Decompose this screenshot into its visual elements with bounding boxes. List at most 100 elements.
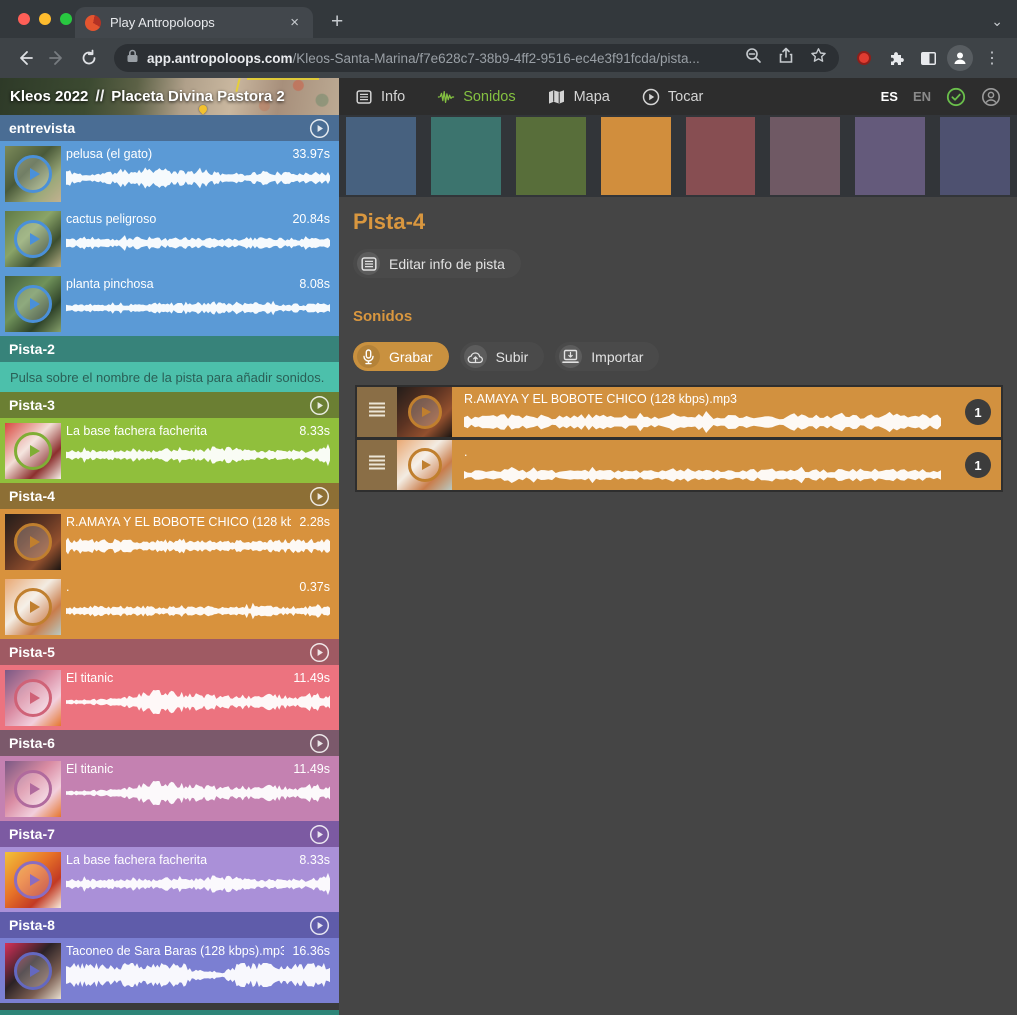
pista-header-pista-6[interactable]: Pista-6 xyxy=(0,730,339,756)
play-overlay-icon[interactable] xyxy=(14,432,52,470)
sound-thumbnail[interactable] xyxy=(5,423,61,479)
pista-header-pista-5[interactable]: Pista-5 xyxy=(0,639,339,665)
play-section-icon[interactable] xyxy=(309,642,330,663)
tab-mapa[interactable]: Mapa xyxy=(548,88,610,106)
tab-tocar-label: Tocar xyxy=(668,89,703,105)
sound-thumbnail[interactable] xyxy=(5,761,61,817)
language-en[interactable]: EN xyxy=(913,89,931,104)
track-swatch-6[interactable] xyxy=(770,117,840,195)
play-triangle xyxy=(30,874,40,886)
sound-title: La base fachera facherita xyxy=(66,853,207,867)
play-overlay-icon[interactable] xyxy=(14,952,52,990)
sound-thumbnail[interactable] xyxy=(397,387,452,437)
sidebar-sound-item[interactable]: planta pinchosa8.08s xyxy=(0,271,339,336)
tab-search-chevron-icon[interactable]: ⌄ xyxy=(991,13,1003,30)
pista-header-pista-2[interactable]: Pista-2 xyxy=(0,336,339,362)
sidebar-sound-item[interactable]: El titanic11.49s xyxy=(0,756,339,821)
tab-tocar[interactable]: Tocar xyxy=(642,88,703,106)
project-header[interactable]: Kleos 2022 // Placeta Divina Pastora 2 xyxy=(0,78,339,115)
play-overlay-icon[interactable] xyxy=(14,588,52,626)
play-section-icon[interactable] xyxy=(309,915,330,936)
zoom-out-icon[interactable] xyxy=(745,47,762,69)
subir-button[interactable]: Subir xyxy=(460,342,545,371)
pista-header-pista-7[interactable]: Pista-7 xyxy=(0,821,339,847)
breadcrumb-project[interactable]: Kleos 2022 xyxy=(10,88,88,105)
play-overlay-icon[interactable] xyxy=(14,770,52,808)
track-swatch-2[interactable] xyxy=(431,117,501,195)
sidebar-sound-item[interactable]: El titanic11.49s xyxy=(0,665,339,730)
sidebar-sound-item[interactable]: R.AMAYA Y EL BOBOTE CHICO (128 kbps)....… xyxy=(0,509,339,574)
pista-header-pista-4[interactable]: Pista-4 xyxy=(0,483,339,509)
pista-header-entrevista[interactable]: entrevista xyxy=(0,115,339,141)
play-overlay-icon[interactable] xyxy=(14,155,52,193)
sound-thumbnail[interactable] xyxy=(5,146,61,202)
bookmark-star-icon[interactable] xyxy=(810,47,827,69)
pista-header-pista-3[interactable]: Pista-3 xyxy=(0,392,339,418)
play-section-icon[interactable] xyxy=(309,733,330,754)
play-overlay-icon[interactable] xyxy=(14,861,52,899)
reload-button[interactable] xyxy=(74,43,104,73)
side-panel-icon[interactable] xyxy=(913,43,943,73)
sound-thumbnail[interactable] xyxy=(5,670,61,726)
sound-meta: El titanic11.49s xyxy=(66,671,330,685)
minimize-window-button[interactable] xyxy=(39,13,51,25)
sidebar-sound-item[interactable]: pelusa (el gato)33.97s xyxy=(0,141,339,206)
browser-tab[interactable]: Play Antropoloops × xyxy=(75,7,313,38)
forward-button[interactable] xyxy=(42,43,72,73)
sidebar-sound-item[interactable]: cactus peligroso20.84s xyxy=(0,206,339,271)
language-es[interactable]: ES xyxy=(881,89,898,104)
account-icon[interactable] xyxy=(981,87,1001,107)
sidebar-sound-item[interactable]: Taconeo de Sara Baras (128 kbps).mp316.3… xyxy=(0,938,339,1003)
browser-window: Play Antropoloops × + ⌄ app.antropoloops… xyxy=(0,0,1017,1015)
tab-sonidos[interactable]: Sonidos xyxy=(437,88,515,106)
sidebar-sound-item[interactable]: La base fachera facherita8.33s xyxy=(0,847,339,912)
grabar-button[interactable]: Grabar xyxy=(353,342,449,371)
play-overlay-icon[interactable] xyxy=(14,220,52,258)
sound-row[interactable]: .1 xyxy=(357,440,1001,490)
sound-thumbnail[interactable] xyxy=(397,440,452,490)
back-button[interactable] xyxy=(10,43,40,73)
play-overlay-icon[interactable] xyxy=(14,679,52,717)
drag-handle[interactable] xyxy=(357,440,397,490)
address-bar[interactable]: app.antropoloops.com/Kleos-Santa-Marina/… xyxy=(114,44,839,72)
extensions-puzzle-icon[interactable] xyxy=(881,43,911,73)
sound-row[interactable]: R.AMAYA Y EL BOBOTE CHICO (128 kbps).mp3… xyxy=(357,387,1001,437)
track-swatch-3[interactable] xyxy=(516,117,586,195)
importar-button[interactable]: Importar xyxy=(555,342,659,371)
sound-duration: 2.28s xyxy=(299,515,330,529)
play-section-icon[interactable] xyxy=(309,824,330,845)
sound-thumbnail[interactable] xyxy=(5,943,61,999)
fullscreen-window-button[interactable] xyxy=(60,13,72,25)
sound-thumbnail[interactable] xyxy=(5,276,61,332)
track-swatch-1[interactable] xyxy=(346,117,416,195)
play-overlay-icon[interactable] xyxy=(408,395,442,429)
new-tab-button[interactable]: + xyxy=(323,11,351,32)
track-swatch-4[interactable] xyxy=(601,117,671,195)
share-icon[interactable] xyxy=(778,47,794,69)
sound-thumbnail[interactable] xyxy=(5,852,61,908)
close-window-button[interactable] xyxy=(18,13,30,25)
play-overlay-icon[interactable] xyxy=(408,448,442,482)
check-circle-icon[interactable] xyxy=(946,87,966,107)
profile-avatar[interactable] xyxy=(945,43,975,73)
sound-thumbnail[interactable] xyxy=(5,211,61,267)
recording-indicator-icon[interactable] xyxy=(849,43,879,73)
play-overlay-icon[interactable] xyxy=(14,285,52,323)
pista-header-pista-8[interactable]: Pista-8 xyxy=(0,912,339,938)
play-section-icon[interactable] xyxy=(309,395,330,416)
drag-handle[interactable] xyxy=(357,387,397,437)
sound-thumbnail[interactable] xyxy=(5,579,61,635)
sidebar-sound-item[interactable]: .0.37s xyxy=(0,574,339,639)
play-overlay-icon[interactable] xyxy=(14,523,52,561)
tab-close-icon[interactable]: × xyxy=(286,13,303,32)
sound-thumbnail[interactable] xyxy=(5,514,61,570)
play-section-icon[interactable] xyxy=(309,486,330,507)
track-swatch-7[interactable] xyxy=(855,117,925,195)
menu-kebab-icon[interactable]: ⋮ xyxy=(977,43,1007,73)
play-section-icon[interactable] xyxy=(309,118,330,139)
track-swatch-5[interactable] xyxy=(686,117,756,195)
sidebar-sound-item[interactable]: La base fachera facherita8.33s xyxy=(0,418,339,483)
track-swatch-8[interactable] xyxy=(940,117,1010,195)
edit-track-info-button[interactable]: Editar info de pista xyxy=(353,249,521,278)
tab-info[interactable]: Info xyxy=(355,88,405,106)
